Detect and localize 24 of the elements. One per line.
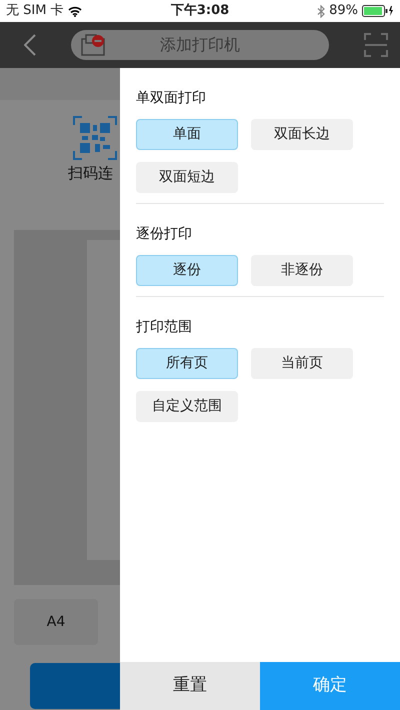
clock-text: 下午3:08 [170, 2, 230, 20]
back-icon[interactable] [24, 34, 36, 56]
option-button[interactable]: 自定义范围 [136, 391, 238, 422]
scan-icon[interactable] [364, 33, 388, 57]
battery-icon [362, 5, 394, 17]
paper-size-button[interactable]: A4 [14, 599, 98, 645]
printer-icon [81, 34, 107, 56]
option-button[interactable]: 逐份 [136, 255, 238, 286]
option-button[interactable]: 双面长边 [251, 119, 353, 150]
carrier-text: 无 SIM 卡 [6, 2, 64, 20]
section-title: 单双面打印 [136, 89, 207, 108]
qr-code-icon [73, 116, 117, 160]
option-button[interactable]: 单面 [136, 119, 238, 150]
bluetooth-icon [317, 4, 326, 18]
option-button[interactable]: 当前页 [251, 348, 353, 379]
section-title: 逐份打印 [136, 225, 193, 244]
reset-button[interactable]: 重置 [120, 662, 260, 710]
option-button[interactable]: 所有页 [136, 348, 238, 379]
scan-label: 扫码连 [68, 163, 113, 184]
option-button[interactable]: 双面短边 [136, 162, 238, 193]
wifi-icon [68, 6, 82, 16]
option-button[interactable]: 非逐份 [251, 255, 353, 286]
section-title: 打印范围 [136, 318, 193, 337]
battery-percent: 89% [329, 2, 358, 20]
